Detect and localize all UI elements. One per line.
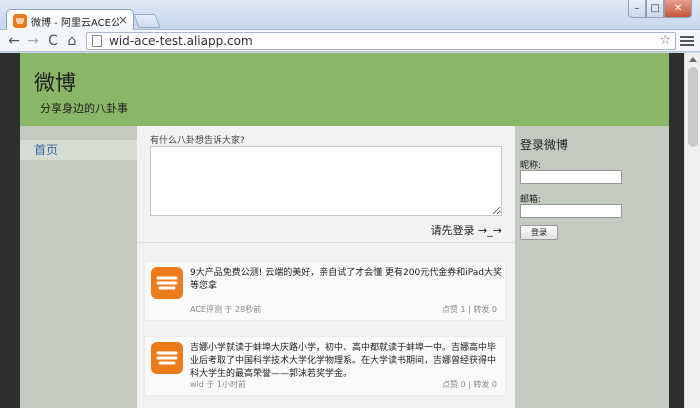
reload-icon[interactable]: C [45,33,61,49]
browser-tab[interactable]: 微博 - 阿里云ACE公测 × [6,9,134,31]
minimize-button[interactable]: – [628,0,647,18]
compose-textarea[interactable] [150,146,502,216]
login-prompt-link[interactable]: 请先登录 →_→ [431,222,502,238]
ace-logo-icon [156,351,178,365]
address-bar[interactable]: wid-ace-test.aliapp.com ☆ [86,32,676,50]
avatar [151,342,183,374]
nickname-input[interactable] [520,170,622,184]
nav-item-home[interactable]: 首页 [20,140,137,160]
url-text: wid-ace-test.aliapp.com [109,34,253,48]
site-title: 微博 [34,71,76,95]
maximize-button[interactable]: □ [646,0,665,18]
compose-label: 有什么八卦想告诉大家? [150,136,245,146]
page-scrollbar[interactable] [684,53,700,408]
scroll-up-icon[interactable] [689,57,697,62]
forward-icon[interactable]: → [25,33,41,49]
bookmark-star-icon[interactable]: ☆ [659,33,671,48]
window-controls: – □ ✕ [628,0,692,18]
home-icon[interactable]: ⌂ [64,33,80,49]
main-content: 有什么八卦想告诉大家? 请先登录 →_→ 9大产品免费公测! 云端的美好，亲自试… [137,126,515,408]
ace-favicon-icon [13,14,27,28]
back-icon[interactable]: ← [6,33,22,49]
menu-icon[interactable] [680,34,694,48]
new-tab-button[interactable] [133,14,161,28]
ace-logo-icon [156,276,178,290]
browser-toolbar: ← → C ⌂ wid-ace-test.aliapp.com ☆ [0,30,700,52]
login-title: 登录微博 [520,138,569,152]
login-button[interactable]: 登录 [520,225,558,240]
browser-titlebar: 微博 - 阿里云ACE公测 × – □ ✕ [0,0,700,31]
post-item: 9大产品免费公测! 云端的美好，亲自试了才会懂 更有200元代金券和iPad大奖… [144,261,506,321]
avatar [151,267,183,299]
post-stats[interactable]: 点赞 1 | 转发 0 [442,304,497,315]
post-author-time: wid 于 1小时前 [190,380,247,389]
post-stats[interactable]: 点赞 0 | 转发 0 [442,379,497,390]
site-header: 微博 分享身边的八卦事 [20,53,669,126]
tab-title: 微博 - 阿里云ACE公测 [31,18,119,29]
left-sidebar: 首页 [20,126,137,408]
post-item: 吉娜小学就读于蚌埠大庆路小学，初中、高中都就读于蚌埠一中。吉娜高中毕业后考取了中… [144,336,506,396]
post-text: 9大产品免费公测! 云端的美好，亲自试了才会懂 更有200元代金券和iPad大奖… [190,268,502,291]
scrollbar-thumb[interactable] [688,67,698,147]
page-viewport: 微博 分享身边的八卦事 首页 有什么八卦想告诉大家? 请先登录 →_→ 9大产品… [0,53,700,408]
login-sidebar: 登录微博 昵称: 邮箱: 登录 [515,126,669,408]
divider [137,242,515,243]
post-author-time: ACE评测 于 28秒前 [190,305,262,314]
close-window-button[interactable]: ✕ [664,0,692,18]
tab-close-icon[interactable]: × [118,13,128,27]
page-icon [92,35,102,47]
site-tagline: 分享身边的八卦事 [40,102,128,115]
post-text: 吉娜小学就读于蚌埠大庆路小学，初中、高中都就读于蚌埠一中。吉娜高中毕业后考取了中… [190,343,497,379]
email-input[interactable] [520,204,622,218]
weibo-page: 微博 分享身边的八卦事 首页 有什么八卦想告诉大家? 请先登录 →_→ 9大产品… [20,53,669,408]
